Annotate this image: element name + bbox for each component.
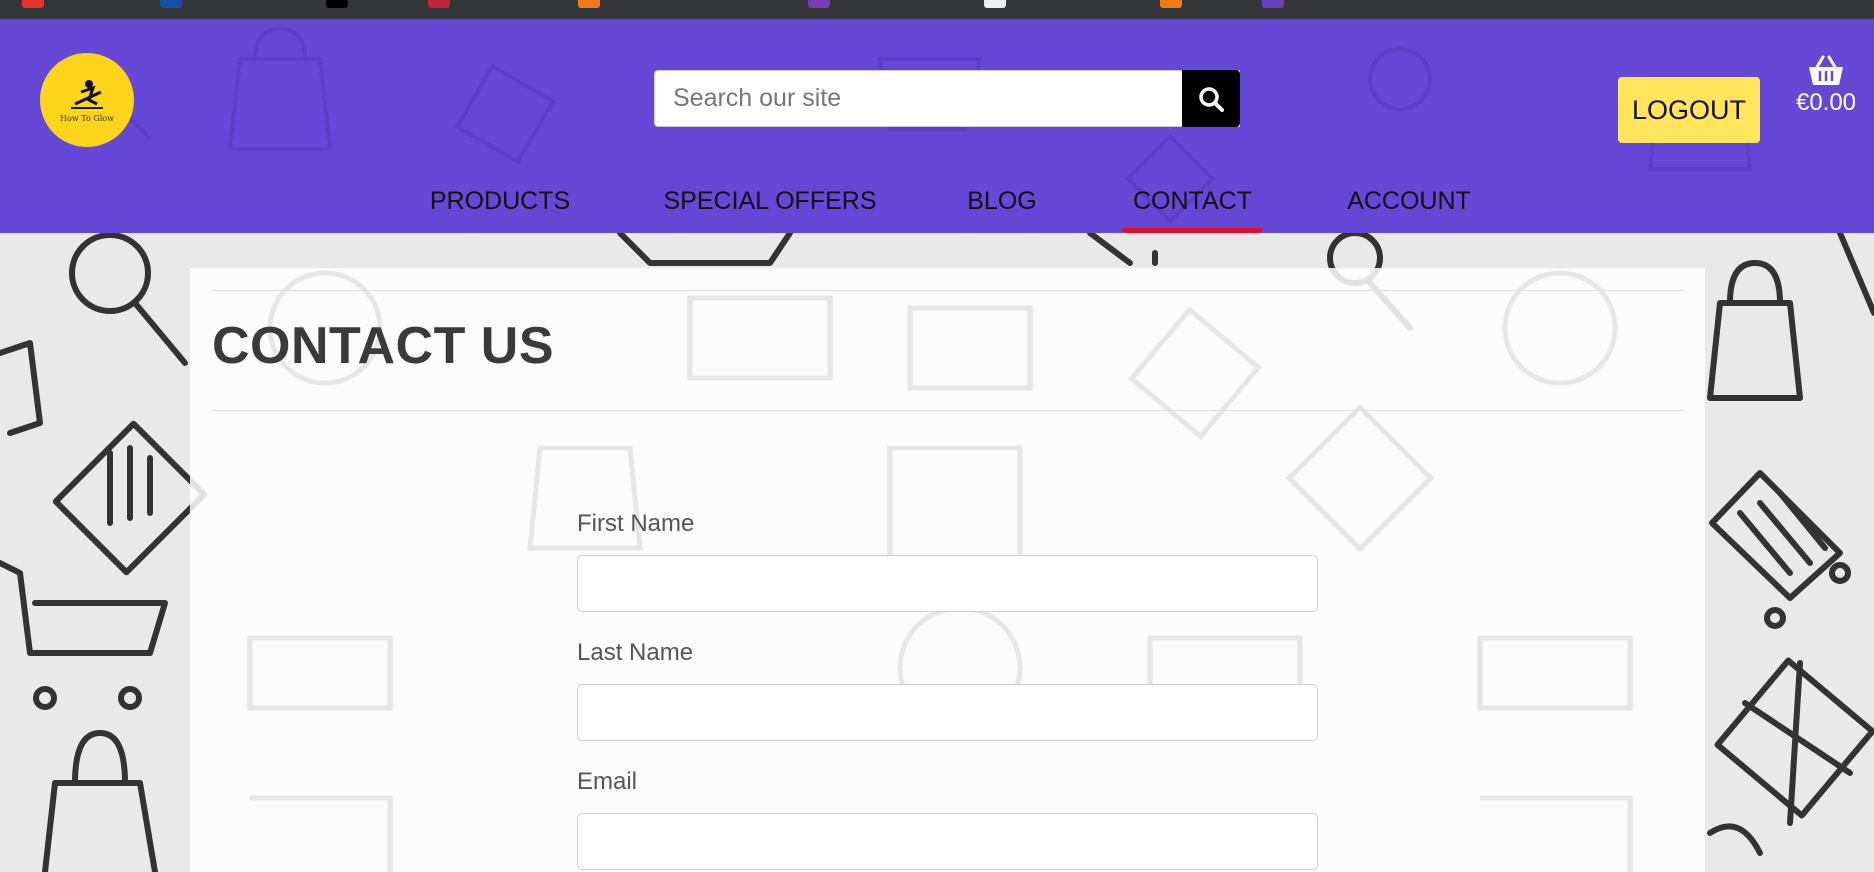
bookmark-icon[interactable] <box>160 0 182 8</box>
first-name-field[interactable] <box>577 555 1318 612</box>
nav-account[interactable]: ACCOUNT <box>1340 179 1478 233</box>
site-header: How To Glow LOGOUT €0.00 PRODUCTS SPECIA… <box>0 19 1874 233</box>
basket-icon <box>1809 55 1843 85</box>
bookmark-icon[interactable] <box>428 0 450 8</box>
search-button[interactable] <box>1182 70 1240 127</box>
site-logo[interactable]: How To Glow <box>40 53 134 147</box>
search-icon <box>1199 86 1224 112</box>
bookmark-icon[interactable] <box>22 0 44 8</box>
bookmark-icon[interactable] <box>1262 0 1284 8</box>
email-field[interactable] <box>577 813 1318 870</box>
last-name-label: Last Name <box>577 639 694 666</box>
bookmark-icon[interactable] <box>578 0 600 8</box>
bookmark-icon[interactable] <box>808 0 830 8</box>
nav-products[interactable]: PRODUCTS <box>420 179 580 233</box>
bookmark-icon[interactable] <box>984 0 1006 8</box>
content-panel: CONTACT US First Name Last Name Email <box>190 268 1705 872</box>
logout-button[interactable]: LOGOUT <box>1618 77 1760 143</box>
title-divider-top <box>212 290 1684 291</box>
email-label: Email <box>577 768 638 795</box>
rowing-logo-icon <box>71 79 103 109</box>
logo-text: How To Glow <box>60 113 114 123</box>
first-name-label: First Name <box>577 510 695 537</box>
title-divider-bottom <box>212 410 1684 411</box>
page-title: CONTACT US <box>212 317 555 375</box>
bookmark-icon[interactable] <box>326 0 348 8</box>
nav-blog[interactable]: BLOG <box>960 179 1044 233</box>
nav-special-offers[interactable]: SPECIAL OFFERS <box>656 179 884 233</box>
nav-contact[interactable]: CONTACT <box>1122 179 1263 233</box>
cart-button[interactable]: €0.00 <box>1786 55 1866 125</box>
search-input[interactable] <box>654 70 1240 127</box>
bookmark-icon[interactable] <box>1160 0 1182 8</box>
cart-total: €0.00 <box>1795 89 1857 116</box>
bookmarks-bar <box>0 0 1874 19</box>
last-name-field[interactable] <box>577 684 1318 741</box>
main-nav: PRODUCTS SPECIAL OFFERS BLOG CONTACT ACC… <box>0 179 1874 233</box>
